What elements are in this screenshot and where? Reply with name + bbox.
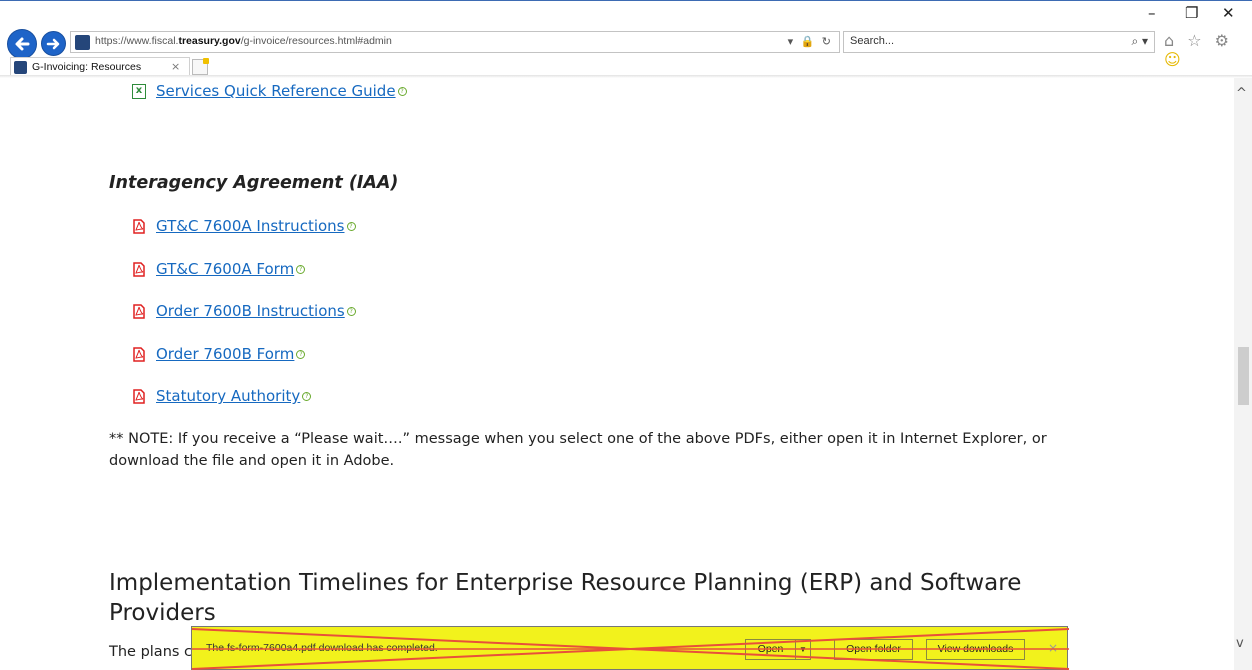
pdf-file-icon <box>132 261 146 277</box>
pdf-file-icon <box>132 346 146 362</box>
external-link-icon: ? <box>397 86 407 96</box>
forward-button[interactable] <box>41 31 66 56</box>
external-link-icon: ? <box>296 349 306 359</box>
scroll-down-icon[interactable]: v <box>1236 636 1244 651</box>
back-arrow-icon <box>15 37 30 51</box>
excel-file-icon: x <box>132 83 146 99</box>
plans-paragraph: The plans c <box>109 644 193 660</box>
list-item: Order 7600B Form ? <box>132 343 306 365</box>
forward-arrow-icon <box>46 38 60 50</box>
pdf-note: ** NOTE: If you receive a “Please wait….… <box>109 431 1047 469</box>
address-bar[interactable]: https://www.fiscal.treasury.gov/g-invoic… <box>70 31 840 53</box>
implementation-heading: Implementation Timelines for Enterprise … <box>109 570 1022 626</box>
external-link-icon: ? <box>346 221 356 231</box>
restore-button[interactable]: ❐ <box>1185 4 1198 22</box>
tab-g-invoicing[interactable]: G-Invoicing: Resources × <box>10 57 190 77</box>
pdf-file-icon <box>132 218 146 234</box>
home-star-gear-icon[interactable]: ⌂ ☆ ⚙ <box>1164 31 1233 50</box>
open-button[interactable]: Open <box>745 639 796 660</box>
tab-favicon-icon <box>14 61 27 74</box>
search-placeholder: Search... <box>850 35 895 47</box>
external-link-icon: ? <box>296 264 306 274</box>
pdf-file-icon <box>132 303 146 319</box>
feedback-smile-icon[interactable]: ☺ <box>1164 50 1185 69</box>
list-item: GT&C 7600A Instructions ? <box>132 215 356 237</box>
tab-close-icon[interactable]: × <box>171 60 180 73</box>
list-item: x Services Quick Reference Guide ? <box>132 80 407 102</box>
gtc-7600a-form-link[interactable]: GT&C 7600A Form <box>156 260 294 278</box>
tab-title: G-Invoicing: Resources <box>32 61 142 73</box>
pdf-file-icon <box>132 388 146 404</box>
statutory-authority-link[interactable]: Statutory Authority <box>156 387 300 405</box>
address-actions-icon[interactable]: ▾ 🔒 ↻ <box>788 35 833 48</box>
external-link-icon: ? <box>346 306 356 316</box>
close-icon[interactable]: × <box>1048 641 1058 655</box>
open-options-dropdown[interactable]: ▼ <box>795 639 811 660</box>
new-tab-button[interactable] <box>192 58 209 75</box>
search-input[interactable]: Search... ⌕ ▾ <box>843 31 1155 53</box>
list-item: GT&C 7600A Form ? <box>132 258 306 280</box>
open-folder-button[interactable]: Open folder <box>834 639 913 660</box>
back-button[interactable] <box>7 29 37 59</box>
list-item: Statutory Authority ? <box>132 385 312 407</box>
address-url[interactable]: https://www.fiscal.treasury.gov/g-invoic… <box>95 35 392 47</box>
search-icon[interactable]: ⌕ ▾ <box>1131 34 1148 49</box>
order-7600b-instructions-link[interactable]: Order 7600B Instructions <box>156 302 345 320</box>
list-item: Order 7600B Instructions ? <box>132 300 356 322</box>
order-7600b-form-link[interactable]: Order 7600B Form <box>156 345 294 363</box>
external-link-icon: ? <box>302 391 312 401</box>
gtc-7600a-instructions-link[interactable]: GT&C 7600A Instructions <box>156 217 345 235</box>
download-notification-bar: The fs-form-7600a4.pdf download has comp… <box>191 626 1069 670</box>
services-guide-link[interactable]: Services Quick Reference Guide <box>156 82 396 100</box>
scroll-up-icon[interactable]: ^ <box>1236 86 1247 101</box>
view-downloads-button[interactable]: View downloads <box>926 639 1025 660</box>
scrollbar-thumb[interactable] <box>1238 347 1249 405</box>
site-favicon-icon <box>75 35 90 50</box>
close-window-button[interactable]: ✕ <box>1222 4 1235 22</box>
page-content: x Services Quick Reference Guide ? Inter… <box>0 78 1234 670</box>
download-message: The fs-form-7600a4.pdf download has comp… <box>206 642 438 654</box>
minimize-button[interactable]: – <box>1148 4 1156 22</box>
iaa-heading: Interagency Agreement (IAA) <box>109 173 399 193</box>
toolbar-icons[interactable]: ⌂ ☆ ⚙☺ <box>1164 31 1252 69</box>
